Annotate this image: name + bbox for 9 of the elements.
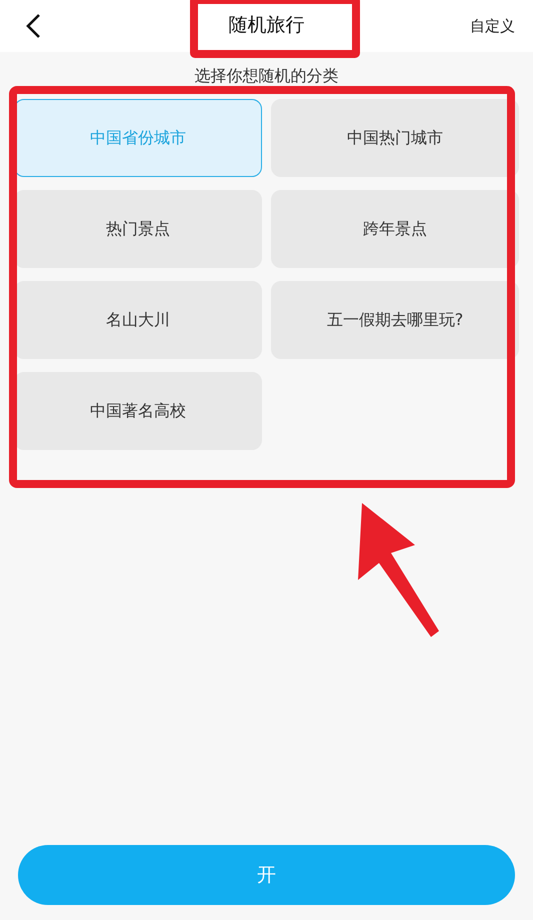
prompt-text: 选择你想随机的分类	[194, 66, 340, 87]
category-option[interactable]: 中国著名高校	[14, 372, 262, 450]
category-option[interactable]: 中国热门城市	[271, 99, 519, 177]
category-option[interactable]: 五一假期去哪里玩?	[271, 281, 519, 359]
customize-link[interactable]: 自定义	[470, 16, 515, 36]
category-option[interactable]: 名山大川	[14, 281, 262, 359]
category-option[interactable]: 跨年景点	[271, 190, 519, 268]
page-title: 随机旅行	[228, 13, 304, 38]
category-option[interactable]: 热门景点	[14, 190, 262, 268]
